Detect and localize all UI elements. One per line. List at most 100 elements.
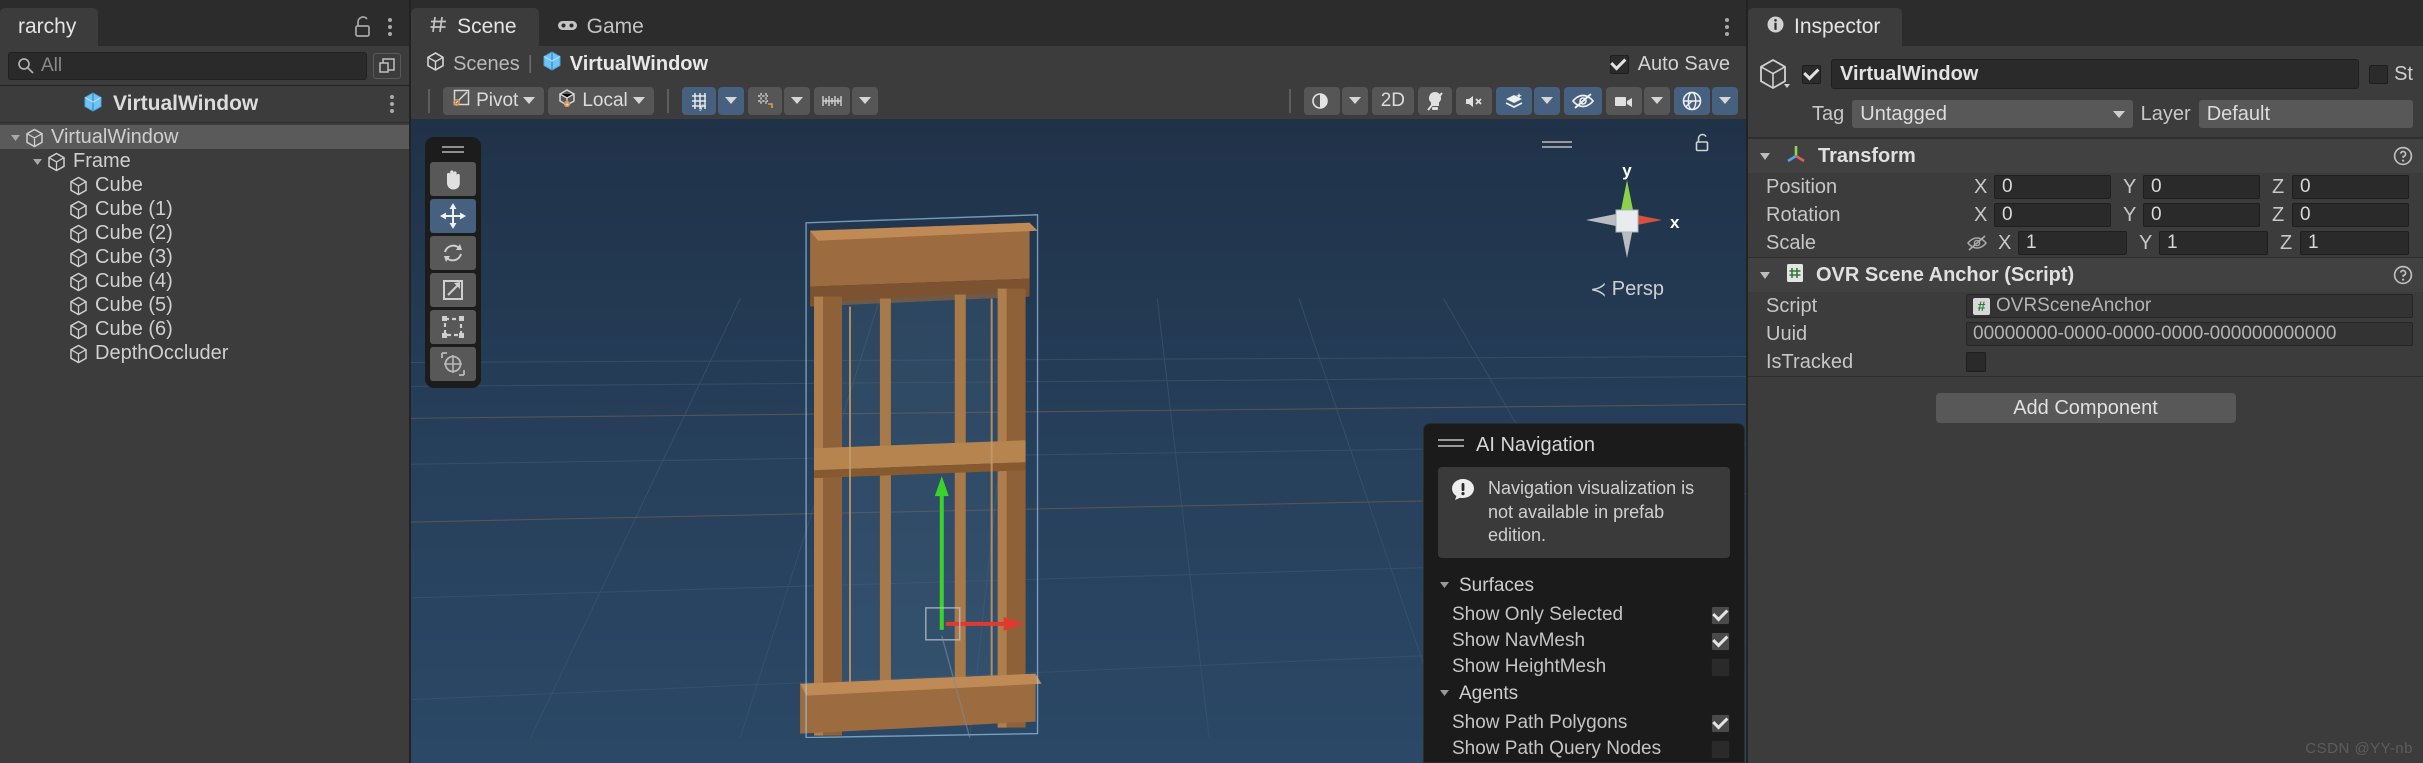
local-dropdown[interactable]: Local [548,86,654,115]
chevron-down-icon[interactable] [1756,268,1774,282]
hierarchy-item[interactable]: VirtualWindow [0,125,410,149]
ai-navigation-header[interactable]: AI Navigation [1424,432,1744,467]
hierarchy-item[interactable]: DepthOccluder [0,341,409,365]
ai-nav-option-row[interactable]: Show Path Polygons [1424,710,1744,736]
gizmo-lock-open-icon[interactable] [1694,133,1712,158]
transform-y-input[interactable]: 1 [2159,231,2268,255]
eye-off-icon[interactable] [1966,234,1988,252]
effects-dropdown[interactable] [1534,86,1560,115]
gizmos-dropdown[interactable] [1712,86,1738,115]
kebab-menu-icon[interactable] [387,18,393,36]
tab-game[interactable]: Game [539,8,666,46]
tab-inspector[interactable]: Inspector [1748,8,1903,46]
gameobject-name-field[interactable]: VirtualWindow [1831,59,2360,89]
gizmo-projection[interactable]: ≺ Persp [1542,277,1712,302]
hierarchy-item[interactable]: Cube (1) [0,197,409,221]
gizmo-axes[interactable]: y x [1542,158,1712,268]
auto-save-checkbox[interactable] [1609,54,1629,74]
ai-nav-option-checkbox[interactable] [1711,739,1730,759]
hierarchy-item[interactable]: Cube (2) [0,221,409,245]
gizmo-drag-handle[interactable] [1542,140,1572,151]
gameobject-enabled-checkbox[interactable] [1802,64,1821,84]
script-object-field[interactable]: # OVRSceneAnchor [1966,294,2413,318]
snap-increment-button[interactable] [813,86,850,115]
toggle-2d-button[interactable]: 2D [1371,86,1414,115]
hierarchy-item[interactable]: Cube (4) [0,269,409,293]
help-circle-icon[interactable] [2393,146,2413,166]
ai-nav-option-row[interactable]: Show NavMesh [1424,628,1744,654]
shading-mode-dropdown[interactable] [1341,86,1368,115]
transform-z-input[interactable]: 0 [2292,175,2409,199]
move-arrows-icon[interactable] [430,199,477,233]
lock-open-icon[interactable] [353,16,373,38]
grid-visibility-dropdown[interactable] [783,86,810,115]
layer-dropdown[interactable]: Default [2198,100,2413,128]
hierarchy-item[interactable]: Cube (5) [0,293,409,317]
rotate-icon[interactable] [430,236,477,270]
breadcrumb-current[interactable]: VirtualWindow [541,50,708,78]
transform-x-input[interactable]: 0 [1994,175,2111,199]
scene-kebab-menu-icon[interactable] [1724,18,1730,36]
static-checkbox[interactable] [2369,64,2389,84]
pivot-dropdown[interactable]: Pivot [443,86,545,115]
grid-visibility-button[interactable] [747,86,782,115]
ai-nav-drag-handle[interactable] [1438,439,1464,451]
ai-nav-option-checkbox[interactable] [1711,713,1730,733]
ai-nav-section-header[interactable]: Surfaces [1424,572,1744,602]
ai-nav-option-checkbox[interactable] [1711,631,1730,651]
ai-nav-option-checkbox[interactable] [1711,605,1730,625]
transform-x-input[interactable]: 0 [1994,203,2111,227]
component-transform-header[interactable]: Transform [1748,139,2423,173]
hierarchy-item[interactable]: Cube (3) [0,245,409,269]
tag-dropdown[interactable]: Untagged [1852,100,2133,128]
component-ovr-scene-anchor-header[interactable]: OVR Scene Anchor (Script) [1748,258,2423,292]
orientation-gizmo[interactable]: y x ≺ Persp [1542,133,1712,302]
hierarchy-item[interactable]: Frame [0,149,409,173]
expand-triangle-icon[interactable] [28,155,46,168]
grid-snap-dropdown[interactable] [717,86,744,115]
gizmos-button[interactable] [1674,86,1710,115]
palette-drag-handle[interactable] [442,146,465,153]
effects-toggle-button[interactable] [1496,86,1532,115]
ai-nav-option-row[interactable]: Show Path Query Nodes [1424,736,1744,762]
ai-nav-option-row[interactable]: Show Only Selected [1424,602,1744,628]
help-circle-icon[interactable] [2393,265,2413,285]
transform-z-input[interactable]: 0 [2292,203,2409,227]
expand-triangle-icon[interactable] [6,131,24,144]
transform-y-input[interactable]: 0 [2143,203,2260,227]
prefab-kebab-menu-icon[interactable] [389,95,395,113]
ai-nav-option-checkbox[interactable] [1711,657,1730,677]
hierarchy-item[interactable]: Cube (6) [0,317,409,341]
breadcrumb-scenes[interactable]: Scenes [425,51,520,78]
tab-hierarchy[interactable]: rarchy [0,8,99,46]
hand-icon[interactable] [430,162,477,196]
add-component-button[interactable]: Add Component [1935,393,2236,423]
static-toggle[interactable]: St [2369,63,2413,86]
tab-scene[interactable]: Scene [411,8,539,46]
is-tracked-checkbox[interactable] [1966,352,1986,372]
auto-save-toggle[interactable]: Auto Save [1609,53,1746,76]
snap-increment-dropdown[interactable] [851,86,878,115]
lighting-toggle-button[interactable] [1418,86,1452,115]
search-input[interactable]: All [8,51,368,80]
scale-icon[interactable] [430,273,477,307]
rect-transform-icon[interactable] [430,310,477,344]
grid-snap-button[interactable]: y [681,86,716,115]
open-in-new-icon[interactable] [373,52,402,79]
camera-dropdown[interactable] [1644,86,1670,115]
audio-mute-button[interactable] [1456,86,1492,115]
transform-combined-icon[interactable] [430,347,477,381]
ai-nav-section-header[interactable]: Agents [1424,680,1744,710]
camera-button[interactable] [1606,86,1642,115]
hierarchy-item[interactable]: Cube [0,173,409,197]
transform-z-input[interactable]: 1 [2300,231,2409,255]
shading-mode-button[interactable] [1303,86,1340,115]
transform-x-input[interactable]: 1 [2018,231,2127,255]
chevron-down-icon[interactable] [1756,149,1774,163]
scene-visibility-button[interactable] [1564,86,1602,115]
ai-nav-option-row[interactable]: Show HeightMesh [1424,654,1744,680]
property-label: Scale [1766,231,1817,254]
transform-y-input[interactable]: 0 [2143,175,2260,199]
uuid-field[interactable]: 00000000-0000-0000-0000-000000000000 [1966,322,2413,346]
scene-viewport[interactable]: y x ≺ Persp AI Navigation Navigation vis… [411,119,1746,763]
